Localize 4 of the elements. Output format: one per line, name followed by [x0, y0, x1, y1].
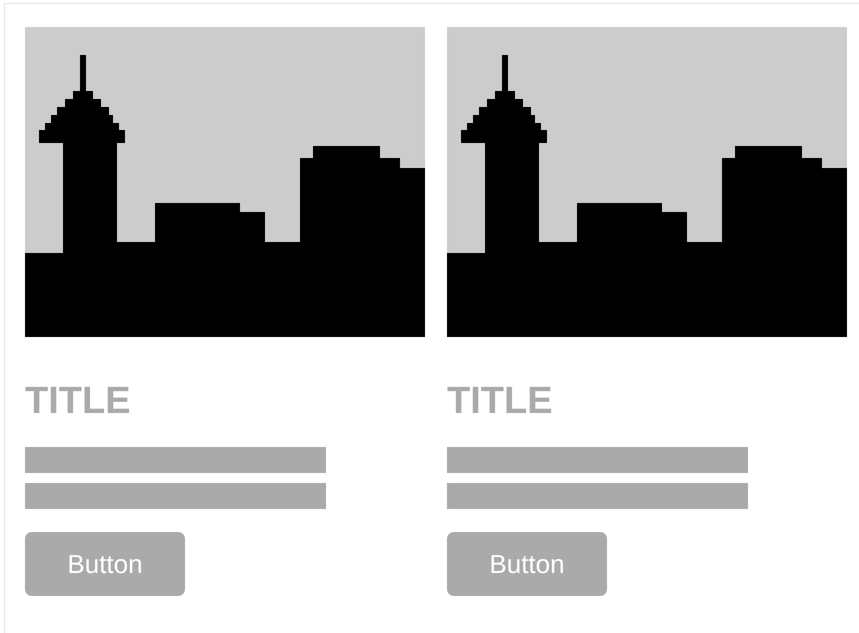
card-title: TITLE: [447, 379, 554, 423]
card-button[interactable]: Button: [447, 532, 607, 596]
card-title: TITLE: [25, 379, 132, 423]
card-button[interactable]: Button: [25, 532, 185, 596]
